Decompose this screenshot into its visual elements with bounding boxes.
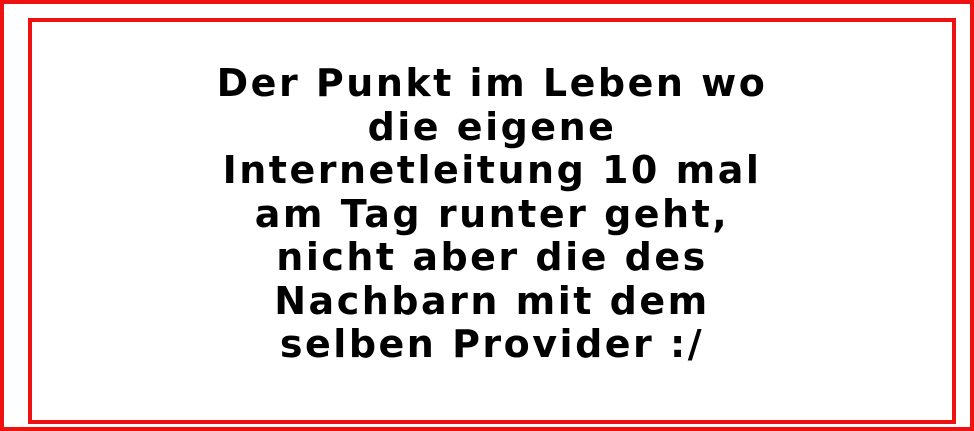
meme-text-line-5: nicht aber die des [276,235,708,279]
meme-text-line-2: die eigene [367,104,617,149]
meme-text-line-3: Internetleitung 10 mal [222,148,762,192]
meme-text-line-4: am Tag runter geht, [254,191,730,236]
inner-red-frame: Der Punkt im Leben wo die eigene Interne… [28,18,956,424]
meme-text: Der Punkt im Leben wo die eigene Interne… [62,61,922,367]
meme-text-line-1: Der Punkt im Leben wo [216,61,768,105]
meme-text-line-6: Nachbarn mit dem [274,278,710,323]
outer-red-frame: Der Punkt im Leben wo die eigene Interne… [0,0,974,431]
meme-text-line-7: selben Provider :/ [279,322,705,366]
